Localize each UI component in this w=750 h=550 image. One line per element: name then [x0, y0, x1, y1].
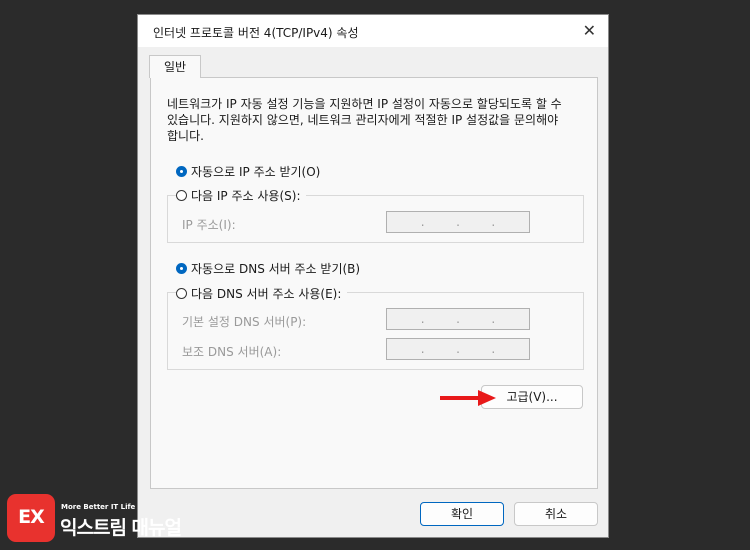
- manual-dns-radio[interactable]: [176, 288, 187, 299]
- tcpip-properties-dialog: 인터넷 프로토콜 버전 4(TCP/IPv4) 속성 ✕ 일반 네트워크가 IP…: [137, 14, 609, 538]
- ok-button[interactable]: 확인: [420, 502, 504, 526]
- preferred-dns-field[interactable]: ...: [386, 308, 530, 330]
- cancel-button[interactable]: 취소: [514, 502, 598, 526]
- manual-dns-radio-row[interactable]: 다음 DNS 서버 주소 사용(E):: [176, 285, 348, 302]
- watermark-name: 익스트림 매뉴얼: [60, 517, 182, 539]
- auto-dns-label: 자동으로 DNS 서버 주소 받기(B): [191, 262, 361, 276]
- preferred-dns-label: 기본 설정 DNS 서버(P):: [182, 315, 307, 329]
- close-icon[interactable]: ✕: [583, 21, 596, 40]
- auto-ip-label: 자동으로 IP 주소 받기(O): [191, 165, 321, 179]
- manual-ip-label: 다음 IP 주소 사용(S):: [191, 189, 301, 203]
- manual-dns-label: 다음 DNS 서버 주소 사용(E):: [191, 287, 342, 301]
- watermark-logo: EX: [7, 494, 55, 542]
- auto-ip-radio[interactable]: [176, 166, 187, 177]
- ip-address-field[interactable]: ...: [386, 211, 530, 233]
- description-text: 네트워크가 IP 자동 설정 기능을 지원하면 IP 설정이 자동으로 할당되도…: [167, 97, 562, 143]
- alternate-dns-label: 보조 DNS 서버(A):: [182, 345, 282, 359]
- watermark-tagline: More Better IT Life: [61, 503, 136, 511]
- logo-text: EX: [18, 506, 45, 528]
- auto-ip-radio-row[interactable]: 자동으로 IP 주소 받기(O): [176, 163, 327, 180]
- tab-general[interactable]: 일반: [149, 55, 201, 78]
- alternate-dns-field[interactable]: ...: [386, 338, 530, 360]
- auto-dns-radio-row[interactable]: 자동으로 DNS 서버 주소 받기(B): [176, 260, 367, 277]
- title-bar: 인터넷 프로토콜 버전 4(TCP/IPv4) 속성 ✕: [138, 15, 608, 47]
- dialog-title: 인터넷 프로토콜 버전 4(TCP/IPv4) 속성: [153, 26, 359, 40]
- manual-ip-radio[interactable]: [176, 190, 187, 201]
- advanced-button[interactable]: 고급(V)...: [481, 385, 583, 409]
- manual-ip-radio-row[interactable]: 다음 IP 주소 사용(S):: [176, 187, 307, 204]
- auto-dns-radio[interactable]: [176, 263, 187, 274]
- ip-address-label: IP 주소(I):: [182, 218, 236, 232]
- annotation-arrow-icon: [440, 390, 496, 406]
